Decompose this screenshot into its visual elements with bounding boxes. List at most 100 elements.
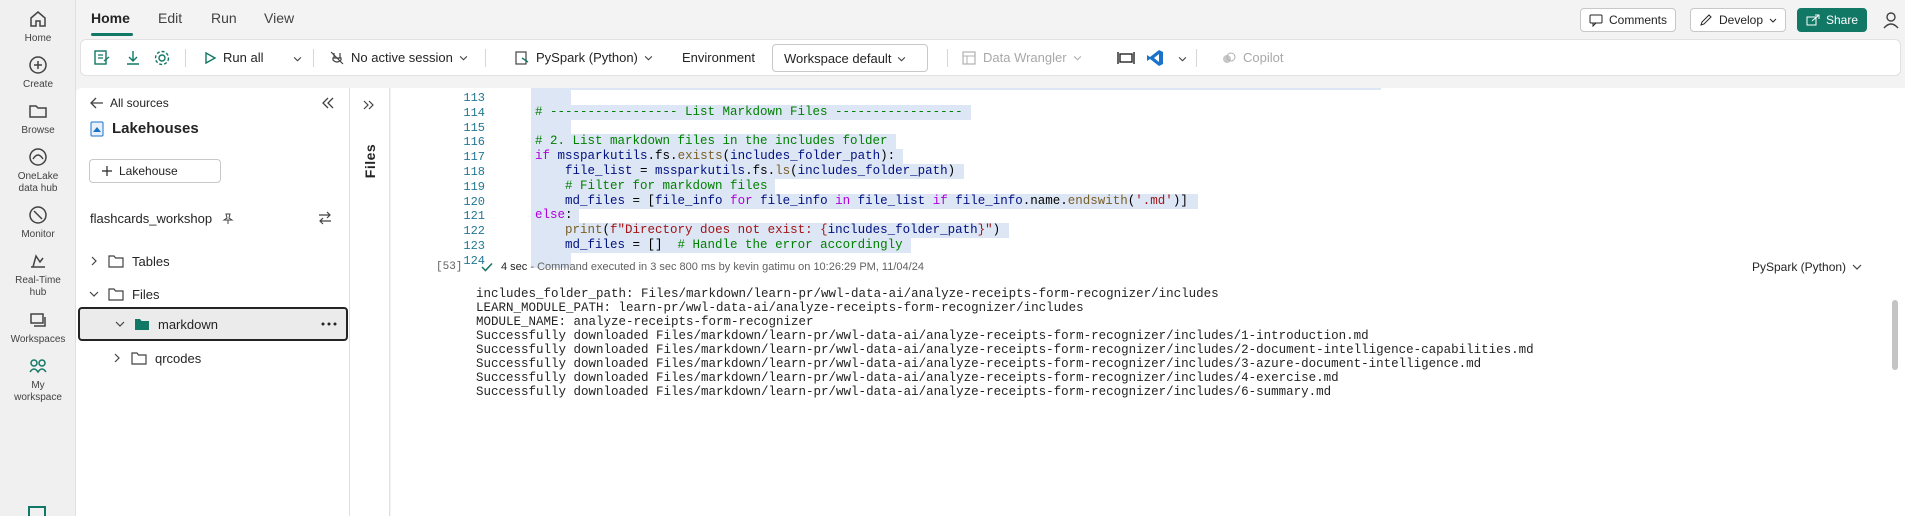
vscode-icon[interactable] — [1145, 48, 1165, 68]
toolbar: Run all No active session PySpark (Pytho… — [80, 39, 1901, 76]
code-line[interactable]: # ----------------- List Markdown Files … — [535, 105, 963, 119]
code-line[interactable]: # Filter for markdown files — [535, 179, 768, 193]
comments-label: Comments — [1609, 13, 1668, 27]
execution-duration: 4 sec — [501, 261, 528, 273]
chevron-down-icon[interactable] — [1178, 54, 1187, 63]
data-wrangler-icon — [962, 50, 976, 65]
chevron-down-icon — [459, 55, 468, 61]
code-line[interactable]: if mssparkutils.fs.exists(includes_folde… — [535, 149, 895, 163]
all-sources-label: All sources — [110, 96, 169, 110]
switch-icon[interactable] — [317, 211, 333, 225]
rail-realtime[interactable]: Real-Time hub — [0, 250, 76, 299]
workspace-select[interactable]: Workspace default — [772, 44, 928, 72]
tab-run[interactable]: Run — [211, 10, 237, 26]
line-number: 113 — [463, 91, 485, 105]
lakehouse-name[interactable]: flashcards_workshop — [90, 211, 234, 226]
chevron-down-icon — [115, 321, 125, 327]
chevron-down-icon[interactable] — [293, 54, 302, 63]
comments-button[interactable]: Comments — [1580, 8, 1677, 32]
language-label: PySpark (Python) — [536, 50, 638, 65]
pin-icon[interactable] — [222, 213, 234, 225]
tab-view[interactable]: View — [264, 10, 294, 26]
copilot-button[interactable]: Copilot — [1221, 40, 1283, 75]
code-line[interactable]: md_files = [] # Handle the error accordi… — [535, 238, 903, 252]
add-lakehouse-label: Lakehouse — [119, 164, 178, 178]
language-icon — [515, 50, 529, 65]
rail-browse[interactable]: Browse — [0, 100, 76, 137]
data-wrangler-button[interactable]: Data Wrangler — [961, 40, 1082, 75]
collapse-icon[interactable] — [321, 97, 335, 109]
lakehouse-icon — [90, 121, 104, 136]
rail-label: Browse — [21, 125, 55, 136]
workspaces-icon — [30, 313, 46, 327]
cell-language-select[interactable]: PySpark (Python) — [1752, 260, 1862, 274]
rail-label: Home — [24, 33, 52, 44]
language-button[interactable]: PySpark (Python) — [514, 40, 653, 75]
code-line[interactable]: file_list = mssparkutils.fs.ls(includes_… — [535, 164, 955, 178]
rail-monitor[interactable]: Monitor — [0, 204, 76, 241]
folder-icon — [131, 352, 147, 365]
rail-create[interactable]: Create — [0, 54, 76, 91]
expand-icon[interactable] — [363, 100, 375, 110]
rail-label: Real-Time hub — [15, 275, 61, 298]
output-line: LEARN_MODULE_PATH: learn-pr/wwl-data-ai/… — [476, 301, 1084, 315]
output-line: Successfully downloaded Files/markdown/l… — [476, 385, 1332, 399]
tab-home[interactable]: Home — [91, 10, 130, 26]
folder-open-icon — [135, 319, 149, 330]
gear-icon[interactable] — [153, 49, 171, 67]
rail-my-workspace[interactable]: My workspace — [0, 355, 76, 404]
output-line: Successfully downloaded Files/markdown/l… — [476, 371, 1339, 385]
focus-mode-icon[interactable] — [1117, 49, 1135, 67]
files-tab[interactable]: Files — [345, 144, 395, 178]
vertical-scrollbar[interactable] — [1892, 300, 1898, 370]
tree-label: Tables — [132, 253, 170, 269]
share-icon — [1806, 14, 1820, 26]
rail-label: OneLake data hub — [17, 171, 59, 194]
rail-home[interactable]: Home — [0, 8, 76, 45]
rail-onelake[interactable]: OneLake data hub — [0, 146, 76, 195]
execution-status: 4 sec - Command executed in 3 sec 800 ms… — [501, 261, 924, 273]
download-icon[interactable] — [124, 49, 142, 67]
pencil-icon — [1700, 14, 1712, 26]
no-session-icon — [330, 51, 344, 64]
toolbar-separator — [485, 49, 486, 67]
onelake-icon — [29, 148, 47, 166]
tree-item-files[interactable]: Files — [76, 279, 350, 309]
code-line[interactable]: # 2. List markdown files in the includes… — [535, 134, 888, 148]
my-workspace-icon — [29, 359, 47, 374]
output-line: Successfully downloaded Files/markdown/l… — [476, 329, 1369, 343]
selection-highlight — [531, 88, 1381, 90]
all-sources-link[interactable]: All sources — [90, 96, 169, 110]
tree-label: Files — [132, 286, 160, 302]
line-number: 120 — [463, 195, 485, 209]
notebook-settings-icon[interactable] — [93, 49, 111, 67]
toolbar-separator — [185, 49, 186, 67]
folder-icon — [108, 288, 124, 301]
tree-item-qrcodes[interactable]: qrcodes — [76, 343, 350, 373]
tab-edit[interactable]: Edit — [158, 10, 182, 26]
cell-language-label: PySpark (Python) — [1752, 260, 1847, 274]
tree-item-markdown[interactable]: markdown — [78, 307, 348, 341]
run-all-button[interactable]: Run all — [203, 40, 263, 75]
code-line[interactable]: print(f"Directory does not exist: {inclu… — [535, 223, 1000, 237]
lakehouses-title: Lakehouses — [112, 120, 199, 137]
chevron-down-icon — [898, 56, 906, 62]
develop-button[interactable]: Develop — [1690, 8, 1787, 32]
nav-rail: Home Create Browse OneLake data hub Moni… — [0, 0, 76, 516]
session-button[interactable]: No active session — [329, 40, 468, 75]
code-line[interactable]: else: — [535, 208, 573, 222]
code-line[interactable]: md_files = [file_info for file_info in f… — [535, 194, 1188, 208]
account-icon[interactable] — [1882, 10, 1902, 30]
toolbar-separator — [313, 49, 314, 67]
rail-label: Monitor — [21, 229, 55, 240]
workspace-value: Workspace default — [784, 50, 892, 66]
rail-label: Create — [22, 79, 53, 90]
lakehouses-heading: Lakehouses — [90, 120, 199, 137]
add-lakehouse-button[interactable]: Lakehouse — [89, 159, 221, 183]
more-options-icon[interactable] — [321, 322, 337, 326]
arrow-left-icon — [90, 97, 103, 109]
selection-highlight — [531, 90, 571, 105]
tree-item-tables[interactable]: Tables — [76, 246, 350, 276]
share-button[interactable]: Share — [1797, 8, 1868, 32]
rail-workspaces[interactable]: Workspaces — [0, 309, 76, 346]
